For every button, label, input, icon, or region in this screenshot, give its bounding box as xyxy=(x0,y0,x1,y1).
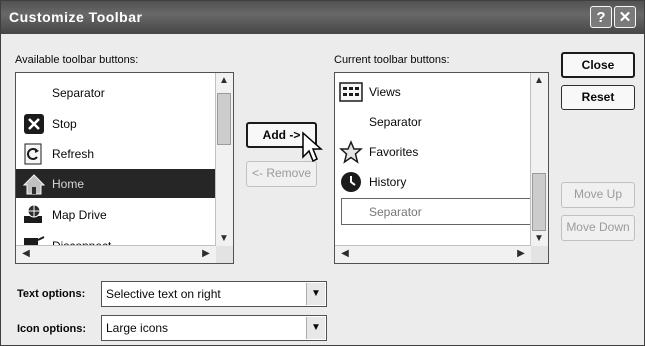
list-item-label: Map Drive xyxy=(52,208,107,222)
list-item-label: Views xyxy=(369,85,401,99)
list-item-label: Separator xyxy=(369,115,422,129)
refresh-icon xyxy=(24,143,42,165)
title-bar: Customize Toolbar ? ✕ xyxy=(1,1,644,34)
horizontal-scrollbar[interactable]: ◀ ▶ xyxy=(16,245,216,263)
home-icon xyxy=(22,174,46,195)
favorites-icon xyxy=(339,140,363,164)
map-drive-icon xyxy=(24,204,42,223)
reset-button[interactable]: Reset xyxy=(561,85,635,110)
list-item-refresh[interactable]: Refresh xyxy=(16,139,233,168)
close-button[interactable]: Close xyxy=(561,52,635,78)
scroll-corner xyxy=(531,246,548,263)
current-buttons-list[interactable]: Views Separator Favorites History Separa… xyxy=(334,72,549,264)
list-item-label: Favorites xyxy=(369,145,419,159)
scroll-right-icon[interactable]: ▶ xyxy=(513,248,529,259)
mouse-pointer-icon xyxy=(302,131,323,163)
available-buttons-label: Available toolbar buttons: xyxy=(15,54,139,66)
current-buttons-label: Current toolbar buttons: xyxy=(334,54,450,66)
list-item-history[interactable]: History xyxy=(335,167,548,196)
list-item-label: History xyxy=(369,175,407,189)
scroll-right-icon[interactable]: ▶ xyxy=(198,248,214,259)
close-window-button[interactable]: ✕ xyxy=(614,6,636,28)
remove-button[interactable]: <- Remove xyxy=(246,161,317,187)
list-item-label: Refresh xyxy=(52,147,95,161)
move-up-button[interactable]: Move Up xyxy=(561,182,635,208)
scroll-thumb[interactable] xyxy=(217,93,231,145)
scroll-left-icon[interactable]: ◀ xyxy=(18,248,34,259)
list-item-favorites[interactable]: Favorites xyxy=(335,137,548,166)
list-item-home[interactable]: Home xyxy=(16,169,233,198)
list-item-stop[interactable]: Stop xyxy=(16,109,233,138)
scroll-thumb[interactable] xyxy=(532,173,546,231)
list-item-label: Separator xyxy=(369,205,422,219)
scroll-down-icon[interactable]: ▼ xyxy=(216,233,232,244)
text-options-dropdown[interactable]: Selective text on right ▼ xyxy=(101,281,327,307)
move-down-button[interactable]: Move Down xyxy=(561,215,635,241)
horizontal-scrollbar[interactable]: ◀ ▶ xyxy=(335,245,531,263)
chevron-down-icon[interactable]: ▼ xyxy=(306,317,325,339)
list-item-label: Home xyxy=(52,177,85,191)
stop-icon xyxy=(24,114,44,134)
list-item-map-drive[interactable]: Map Drive xyxy=(16,200,233,229)
list-item-views[interactable]: Views xyxy=(335,77,548,106)
icon-options-value: Large icons xyxy=(106,321,169,335)
list-item-label: Stop xyxy=(52,117,77,131)
customize-toolbar-dialog: Customize Toolbar ? ✕ Available toolbar … xyxy=(0,0,645,346)
icon-options-dropdown[interactable]: Large icons ▼ xyxy=(101,315,327,341)
scroll-corner xyxy=(216,246,233,263)
chevron-down-icon[interactable]: ▼ xyxy=(306,283,325,305)
scroll-up-icon[interactable]: ▲ xyxy=(531,75,547,86)
scroll-left-icon[interactable]: ◀ xyxy=(337,248,353,259)
text-options-value: Selective text on right xyxy=(106,287,221,301)
scroll-up-icon[interactable]: ▲ xyxy=(216,75,232,86)
list-item-label: Separator xyxy=(52,86,105,100)
list-item-separator[interactable]: Separator xyxy=(335,107,548,136)
views-icon xyxy=(339,82,363,102)
vertical-scrollbar[interactable]: ▲ ▼ xyxy=(530,73,548,246)
history-icon xyxy=(341,172,361,192)
dialog-title: Customize Toolbar xyxy=(9,9,143,25)
text-options-label: Text options: xyxy=(17,288,86,300)
help-button[interactable]: ? xyxy=(590,6,612,28)
vertical-scrollbar[interactable]: ▲ ▼ xyxy=(215,73,233,246)
list-item-separator-focused[interactable]: Separator xyxy=(335,197,548,226)
available-buttons-list[interactable]: Separator Stop Refresh Home Map Drive ▲ … xyxy=(15,72,234,264)
list-item-separator[interactable]: Separator xyxy=(16,78,233,107)
icon-options-label: Icon options: xyxy=(17,323,87,335)
scroll-down-icon[interactable]: ▼ xyxy=(531,233,547,244)
